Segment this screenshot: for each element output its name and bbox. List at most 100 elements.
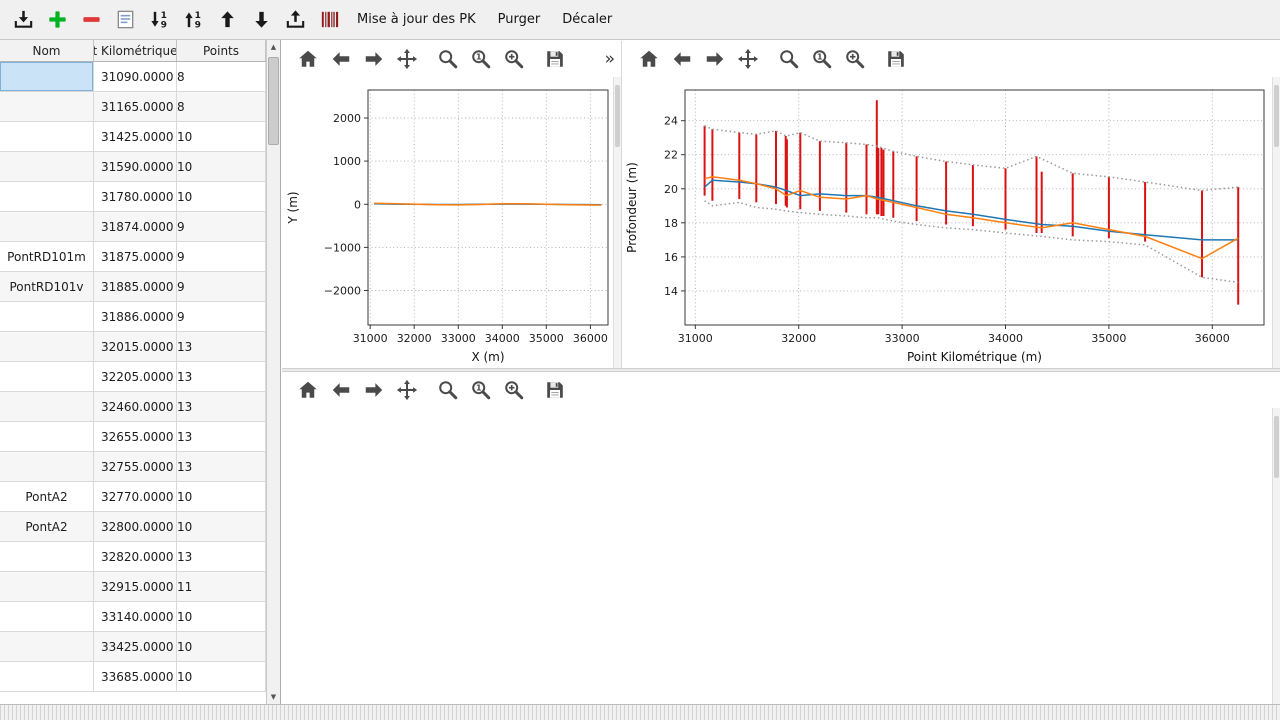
cell-points[interactable]: 10 <box>177 632 266 662</box>
move-up-button[interactable] <box>210 3 244 37</box>
cell-points[interactable]: 10 <box>177 182 266 212</box>
cell-points[interactable]: 10 <box>177 662 266 692</box>
cell-pk[interactable]: 32800.0000 <box>94 512 177 542</box>
cell-points[interactable]: 13 <box>177 332 266 362</box>
cell-points[interactable]: 10 <box>177 122 266 152</box>
cell-nom[interactable] <box>0 662 94 692</box>
purge-button[interactable]: Purger <box>487 3 552 37</box>
cell-pk[interactable]: 32205.0000 <box>94 362 177 392</box>
pan-icon[interactable] <box>736 47 760 71</box>
cell-pk[interactable]: 32655.0000 <box>94 422 177 452</box>
zoom-one-icon[interactable]: 1 <box>469 378 493 402</box>
cell-points[interactable]: 9 <box>177 272 266 302</box>
cell-pk[interactable]: 31886.0000 <box>94 302 177 332</box>
cell-points[interactable]: 8 <box>177 62 266 92</box>
cell-nom[interactable] <box>0 92 94 122</box>
cell-points[interactable]: 13 <box>177 392 266 422</box>
cell-pk[interactable]: 32755.0000 <box>94 452 177 482</box>
cell-nom[interactable] <box>0 572 94 602</box>
zoom-one-icon[interactable]: 1 <box>469 47 493 71</box>
cell-pk[interactable]: 31885.0000 <box>94 272 177 302</box>
remove-row-button[interactable] <box>74 3 108 37</box>
home-icon[interactable] <box>296 47 320 71</box>
table-vertical-scrollbar[interactable]: ▲ ▼ <box>266 40 280 704</box>
cell-pk[interactable]: 31780.0000 <box>94 182 177 212</box>
save-icon[interactable] <box>543 378 567 402</box>
cell-pk[interactable]: 31165.0000 <box>94 92 177 122</box>
export-button[interactable] <box>278 3 312 37</box>
move-down-button[interactable] <box>244 3 278 37</box>
shift-button[interactable]: Décaler <box>551 3 623 37</box>
window-resize-strip[interactable] <box>0 704 1280 720</box>
zoom-icon[interactable] <box>436 378 460 402</box>
update-pk-button[interactable]: Mise à jour des PK <box>346 3 487 37</box>
home-icon[interactable] <box>637 47 661 71</box>
scrollbar-thumb[interactable] <box>1274 416 1279 478</box>
cell-nom[interactable]: PontA2 <box>0 482 94 512</box>
scrollbar-thumb[interactable] <box>1274 85 1279 147</box>
profile-plot-scrollbar[interactable] <box>1272 77 1280 368</box>
cell-points[interactable]: 8 <box>177 92 266 122</box>
profiles-button[interactable] <box>312 3 346 37</box>
cell-pk[interactable]: 33685.0000 <box>94 662 177 692</box>
cell-nom[interactable] <box>0 62 94 92</box>
xy-plot-scrollbar[interactable] <box>613 77 621 368</box>
cell-nom[interactable] <box>0 152 94 182</box>
zoom-icon[interactable] <box>436 47 460 71</box>
cell-pk[interactable]: 32460.0000 <box>94 392 177 422</box>
home-icon[interactable] <box>296 378 320 402</box>
column-header-nom[interactable]: Nom <box>0 40 94 61</box>
forward-icon[interactable] <box>362 47 386 71</box>
pan-icon[interactable] <box>395 378 419 402</box>
cell-pk[interactable]: 31874.0000 <box>94 212 177 242</box>
cell-nom[interactable] <box>0 602 94 632</box>
scrollbar-down-arrow[interactable]: ▼ <box>267 690 280 704</box>
toolbar-overflow-button[interactable]: » <box>605 51 615 68</box>
forward-icon[interactable] <box>362 378 386 402</box>
cell-points[interactable]: 13 <box>177 542 266 572</box>
cell-points[interactable]: 9 <box>177 302 266 332</box>
cell-pk[interactable]: 33140.0000 <box>94 602 177 632</box>
cell-nom[interactable] <box>0 362 94 392</box>
cell-points[interactable]: 10 <box>177 512 266 542</box>
cell-nom[interactable] <box>0 452 94 482</box>
save-icon[interactable] <box>884 47 908 71</box>
sort-ascending-button[interactable]: 19 <box>142 3 176 37</box>
cell-pk[interactable]: 31875.0000 <box>94 242 177 272</box>
back-icon[interactable] <box>329 378 353 402</box>
zoom-icon[interactable] <box>777 47 801 71</box>
cell-pk[interactable]: 32915.0000 <box>94 572 177 602</box>
cell-nom[interactable] <box>0 542 94 572</box>
bottom-plot-scrollbar[interactable] <box>1272 408 1280 704</box>
forward-icon[interactable] <box>703 47 727 71</box>
zoom-one-icon[interactable]: 1 <box>810 47 834 71</box>
scrollbar-thumb[interactable] <box>268 57 279 145</box>
cell-pk[interactable]: 32770.0000 <box>94 482 177 512</box>
cell-nom[interactable] <box>0 632 94 662</box>
cell-pk[interactable]: 31090.0000 <box>94 62 177 92</box>
cell-nom[interactable] <box>0 332 94 362</box>
back-icon[interactable] <box>670 47 694 71</box>
cell-points[interactable]: 10 <box>177 602 266 632</box>
cell-points[interactable]: 9 <box>177 212 266 242</box>
cell-points[interactable]: 10 <box>177 152 266 182</box>
cell-points[interactable]: 13 <box>177 452 266 482</box>
cell-nom[interactable] <box>0 182 94 212</box>
add-row-button[interactable] <box>40 3 74 37</box>
cell-nom[interactable] <box>0 302 94 332</box>
cell-pk[interactable]: 31590.0000 <box>94 152 177 182</box>
scrollbar-up-arrow[interactable]: ▲ <box>267 40 280 54</box>
cell-nom[interactable]: PontRD101m <box>0 242 94 272</box>
xy-plot-canvas[interactable]: 310003200033000340003500036000−2000−1000… <box>282 77 614 368</box>
cell-nom[interactable]: PontA2 <box>0 512 94 542</box>
cell-points[interactable]: 10 <box>177 482 266 512</box>
sort-descending-button[interactable]: 19 <box>176 3 210 37</box>
cell-nom[interactable]: PontRD101v <box>0 272 94 302</box>
cell-nom[interactable] <box>0 392 94 422</box>
profile-plot-canvas[interactable]: 3100032000330003400035000360001416182022… <box>623 77 1272 368</box>
cell-points[interactable]: 13 <box>177 422 266 452</box>
edit-form-button[interactable] <box>108 3 142 37</box>
column-header-pk[interactable]: t Kilométrique <box>94 40 177 61</box>
cell-pk[interactable]: 33425.0000 <box>94 632 177 662</box>
cell-nom[interactable] <box>0 212 94 242</box>
